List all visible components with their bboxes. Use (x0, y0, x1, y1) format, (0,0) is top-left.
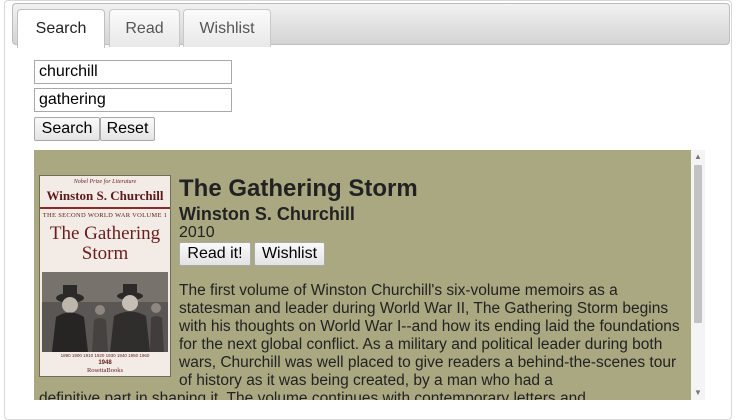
cover-timeline: 1890 1900 1910 1920 1930 1940 1950 1960 (60, 353, 150, 358)
tab-read[interactable]: Read (109, 9, 180, 47)
book-title: The Gathering Storm (179, 175, 418, 202)
cover-photo-art (42, 272, 168, 352)
cover-series-text: THE SECOND WORLD WAR VOLUME 1 (42, 212, 168, 219)
search-button[interactable]: Search (34, 117, 100, 141)
reset-button[interactable]: Reset (100, 117, 155, 141)
tab-search[interactable]: Search (17, 9, 105, 48)
cover-title-text: The Gathering Storm (40, 224, 170, 264)
cover-prize-text: Nobel Prize for Literature (73, 179, 137, 185)
results-panel: Nobel Prize for Literature Winston S. Ch… (34, 150, 691, 400)
cover-title-line-2: Storm (81, 243, 129, 264)
book-year: 2010 (179, 224, 215, 241)
scroll-down-arrow-icon[interactable]: ▼ (691, 387, 705, 399)
results-scrollbar[interactable]: ▲ ▼ (691, 150, 705, 400)
cover-divider (40, 207, 170, 209)
book-cover-image: Nobel Prize for Literature Winston S. Ch… (39, 175, 171, 377)
cover-photo (42, 272, 168, 352)
cover-author-text: Winston S. Churchill (46, 188, 164, 203)
tab-bar: Search Read Wishlist (12, 3, 730, 48)
book-author: Winston S. Churchill (179, 204, 355, 224)
read-it-button[interactable]: Read it! (179, 242, 251, 266)
scrollbar-thumb[interactable] (694, 165, 702, 323)
cover-publisher-text: RosettaBooks (86, 367, 124, 374)
tab-wishlist[interactable]: Wishlist (183, 9, 271, 47)
cover-title-line-1: The Gathering (49, 223, 161, 244)
title-search-input[interactable] (34, 88, 232, 112)
book-description: The first volume of Winston Churchill's … (179, 282, 680, 389)
scroll-up-arrow-icon[interactable]: ▲ (691, 151, 705, 163)
cover-year-text: 1948 (98, 360, 112, 366)
wishlist-button[interactable]: Wishlist (254, 242, 325, 266)
author-search-input[interactable] (34, 60, 232, 84)
book-description-continued: definitive part in shaping it. The volum… (39, 390, 586, 400)
